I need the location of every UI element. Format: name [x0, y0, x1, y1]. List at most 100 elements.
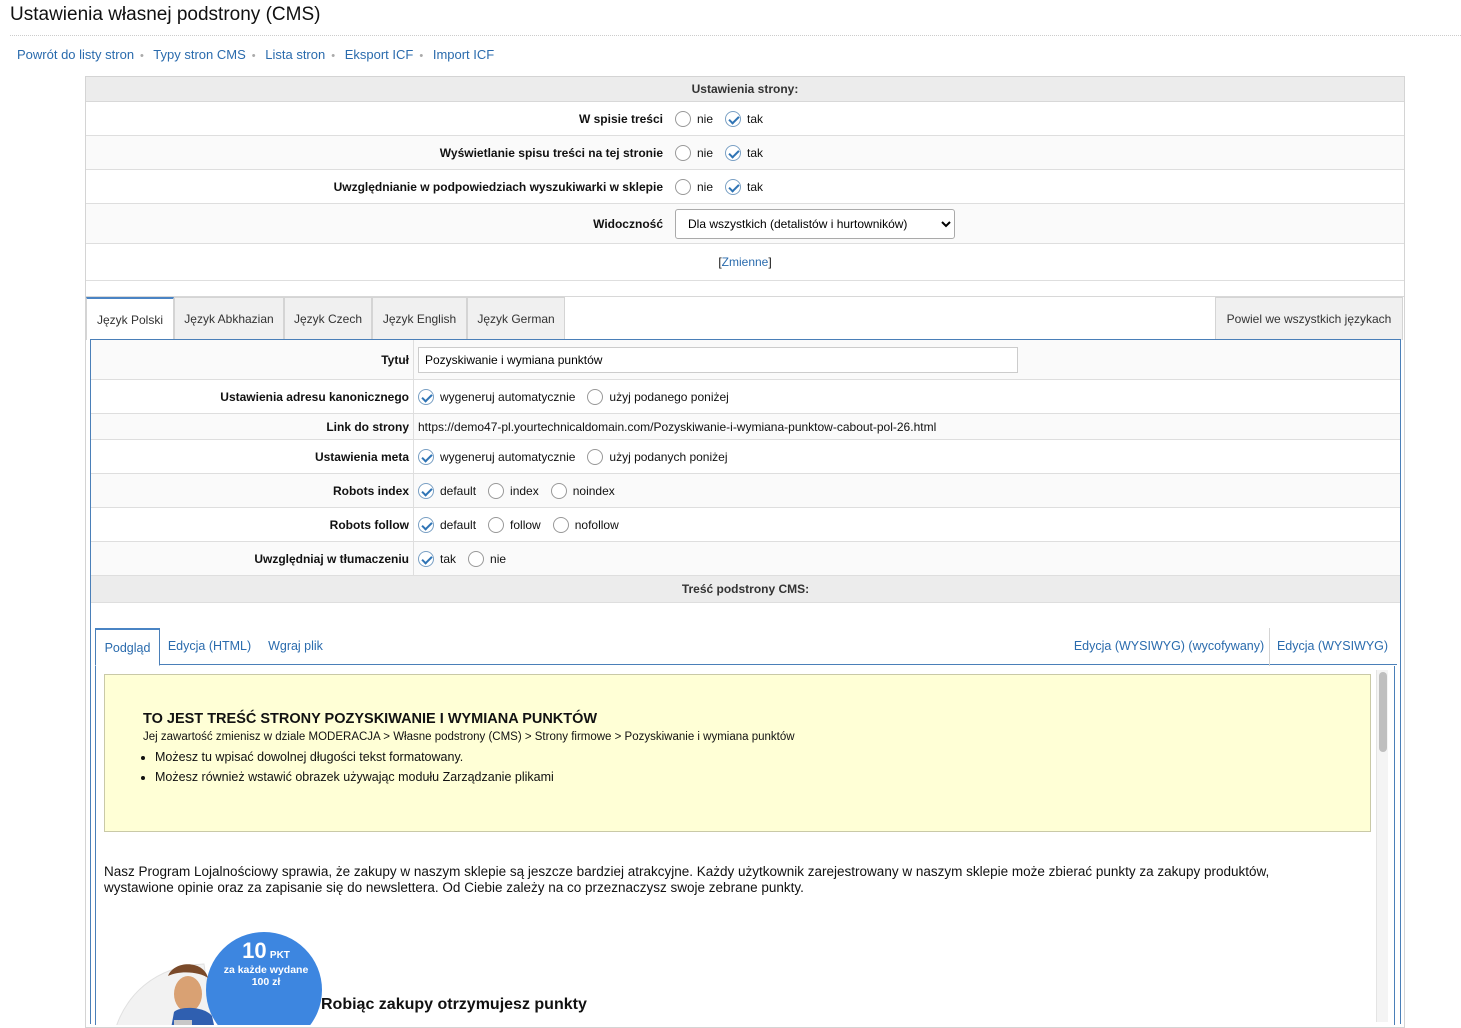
search-hints-yes-radio[interactable]: tak: [725, 178, 764, 195]
radio-label: nofollow: [574, 517, 619, 532]
nav-back-to-list[interactable]: Powrót do listy stron: [17, 47, 134, 62]
list-item: Możesz również wstawić obrazek używając …: [155, 767, 554, 787]
radio-checked-icon: [418, 516, 434, 533]
nav-export-icf[interactable]: Eksport ICF: [345, 47, 414, 62]
row-canonical: Ustawienia adresu kanonicznego wygeneruj…: [91, 380, 1400, 414]
badge-line2: 100 zł: [251, 976, 281, 988]
repeat-all-languages-button[interactable]: Powiel we wszystkich językach: [1215, 297, 1403, 340]
notice-title: TO JEST TREŚĆ STRONY POZYSKIWANIE I WYMI…: [143, 711, 598, 727]
search-hints-no-radio[interactable]: nie: [675, 178, 713, 195]
row-search-hints: Uwzględnianie w podpowiedziach wyszukiwa…: [86, 170, 1404, 204]
robots-index-default-radio[interactable]: default: [418, 482, 477, 499]
settings-panel: Ustawienia strony: W spisie treści nie t…: [85, 76, 1405, 1028]
radio-label: wygeneruj automatycznie: [440, 449, 576, 464]
radio-checked-icon: [725, 144, 742, 161]
row-visibility: Widoczność Dla wszystkich (detalistów i …: [86, 204, 1404, 244]
robots-index-index-radio[interactable]: index: [488, 482, 539, 499]
translate-no-radio[interactable]: nie: [468, 550, 507, 567]
points-promo-image: 10 PKT za każde wydane 100 zł: [104, 916, 324, 1025]
radio-circle: [675, 178, 691, 195]
preview-scrollbar[interactable]: [1376, 670, 1388, 1022]
toc-display-yes-radio[interactable]: tak: [725, 144, 764, 161]
translate-yes-radio[interactable]: tak: [418, 550, 457, 567]
radio-label: nie: [697, 145, 714, 160]
scrollbar-thumb[interactable]: [1379, 672, 1387, 752]
variables-row: [Zmienne]: [86, 244, 1404, 281]
intro-paragraph: Nasz Program Lojalnościowy sprawia, że z…: [104, 864, 1270, 895]
tab-lang-abkhazian[interactable]: Język Abkhazian: [174, 297, 284, 340]
radio-label: default: [440, 483, 477, 498]
nav-separator: •: [140, 50, 144, 62]
radio-label: tak: [747, 145, 764, 160]
toc-yes-radio[interactable]: tak: [725, 110, 764, 127]
tab-lang-czech[interactable]: Język Czech: [284, 297, 372, 340]
tab-edit-wysiwyg-legacy[interactable]: Edycja (WYSIWYG) (wycofywany): [1070, 628, 1268, 666]
row-toc-display: Wyświetlanie spisu treści na tej stronie…: [86, 136, 1404, 170]
radio-checked-icon: [418, 550, 434, 567]
settings-header: Ustawienia strony:: [86, 77, 1404, 102]
radio-label: użyj podanego poniżej: [609, 389, 729, 404]
content-tabs: Podgląd Edycja (HTML) Wgraj plik Edycja …: [95, 627, 1397, 666]
radio-label: tak: [747, 179, 764, 194]
nav-separator: •: [251, 50, 256, 62]
radio-circle: [675, 110, 691, 127]
robots-follow-follow-radio[interactable]: follow: [488, 516, 541, 533]
tab-lang-polski[interactable]: Język Polski: [86, 297, 174, 340]
title-divider: [10, 35, 1461, 36]
visibility-select[interactable]: Dla wszystkich (detalistów i hurtowników…: [675, 208, 955, 239]
row-link: Link do strony https://demo47-pl.yourtec…: [91, 414, 1400, 440]
radio-label: tak: [747, 111, 764, 126]
translate-label: Uwzględniaj w tłumaczeniu: [91, 542, 414, 575]
points-badge: 10 PKT za każde wydane 100 zł: [216, 938, 316, 988]
radio-checked-icon: [725, 178, 742, 195]
canonical-auto-radio[interactable]: wygeneruj automatycznie: [418, 388, 575, 405]
radio-circle: [552, 516, 569, 533]
badge-line1: za każde wydane: [223, 964, 309, 976]
row-title: Tytuł: [91, 340, 1400, 380]
language-tabs: Język Polski Język Abkhazian Język Czech…: [86, 296, 1404, 340]
bracket-close: ]: [768, 255, 772, 269]
tab-preview[interactable]: Podgląd: [95, 628, 160, 666]
radio-label: nie: [490, 551, 507, 566]
nav-cms-types[interactable]: Typy stron CMS: [153, 47, 245, 62]
notice-list: Możesz tu wpisać dowolnej długości tekst…: [115, 747, 554, 787]
radio-label: użyj podanych poniżej: [609, 449, 728, 464]
canonical-custom-radio[interactable]: użyj podanego poniżej: [587, 388, 729, 405]
row-meta: Ustawienia meta wygeneruj automatycznie …: [91, 440, 1400, 474]
radio-label: tak: [440, 551, 457, 566]
robots-index-label: Robots index: [91, 474, 414, 507]
title-input[interactable]: [418, 346, 1018, 373]
content-preview: TO JEST TREŚĆ STRONY POZYSKIWANIE I WYMI…: [95, 666, 1395, 1025]
toc-no-radio[interactable]: nie: [675, 110, 713, 127]
meta-custom-radio[interactable]: użyj podanych poniżej: [587, 448, 728, 465]
row-translate: Uwzględniaj w tłumaczeniu tak nie: [91, 542, 1400, 576]
robots-follow-nofollow-radio[interactable]: nofollow: [552, 516, 619, 533]
robots-index-noindex-radio[interactable]: noindex: [550, 482, 615, 499]
row-robots-index: Robots index default index noindex: [91, 474, 1400, 508]
robots-follow-default-radio[interactable]: default: [418, 516, 477, 533]
visibility-label: Widoczność: [593, 216, 663, 231]
top-nav: Powrót do listy stron • Typy stron CMS • L…: [17, 47, 494, 62]
robots-follow-label: Robots follow: [91, 508, 414, 541]
tab-lang-german[interactable]: Język German: [467, 297, 565, 340]
radio-checked-icon: [418, 448, 434, 465]
meta-auto-radio[interactable]: wygeneruj automatycznie: [418, 448, 576, 465]
language-panel: Tytuł Ustawienia adresu kanonicznego wyg…: [90, 339, 1401, 1025]
tab-edit-html[interactable]: Edycja (HTML): [161, 628, 258, 666]
nav-import-icf[interactable]: Import ICF: [433, 47, 494, 62]
toc-display-no-radio[interactable]: nie: [675, 144, 714, 161]
tab-upload-file[interactable]: Wgraj plik: [258, 628, 333, 666]
meta-label: Ustawienia meta: [91, 440, 414, 473]
radio-checked-icon: [418, 482, 434, 499]
title-label: Tytuł: [91, 340, 414, 379]
radio-label: default: [440, 517, 477, 532]
link-label: Link do strony: [91, 414, 414, 439]
nav-page-list[interactable]: Lista stron: [265, 47, 325, 62]
badge-number: 10: [242, 938, 267, 963]
radio-checked-icon: [418, 388, 434, 405]
variables-link[interactable]: Zmienne: [722, 255, 769, 269]
tab-edit-wysiwyg[interactable]: Edycja (WYSIWYG): [1269, 628, 1395, 666]
row-robots-follow: Robots follow default follow nofollow: [91, 508, 1400, 542]
tab-lang-english[interactable]: Język English: [372, 297, 467, 340]
toc-display-label: Wyświetlanie spisu treści na tej stronie: [439, 145, 663, 160]
